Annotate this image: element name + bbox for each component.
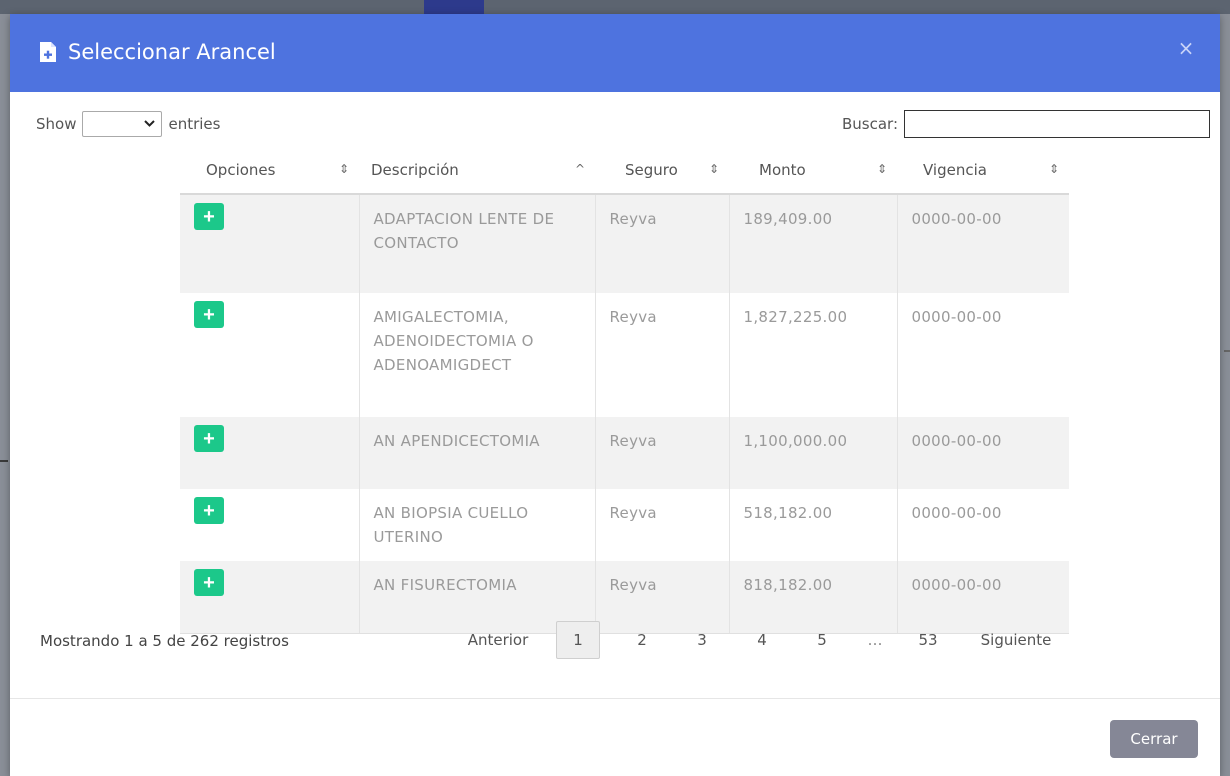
background-edge-mark (1224, 350, 1230, 352)
description-cell: AMIGALECTOMIA, ADENOIDECTOMIA O ADENOAMI… (359, 293, 596, 417)
pagination-page-4[interactable]: 4 (732, 621, 792, 659)
table-row: + ADAPTACION LENTE DE CONTACTO Reyva 189… (180, 194, 1069, 293)
validity-cell: 0000-00-00 (897, 417, 1069, 489)
description-cell: AN BIOPSIA CUELLO UTERINO (359, 489, 596, 561)
search-input[interactable] (904, 110, 1210, 138)
insurance-cell: Reyva (595, 417, 730, 489)
add-button[interactable]: + (194, 497, 224, 524)
background-page-bar (0, 0, 1230, 14)
column-header-seguro[interactable]: Seguro ⇕ (595, 146, 729, 195)
modal-footer-divider (10, 698, 1220, 699)
amount-cell: 1,100,000.00 (729, 417, 898, 489)
add-button[interactable]: + (194, 203, 224, 230)
insurance-cell: Reyva (595, 194, 730, 293)
row-options-cell: + (180, 417, 360, 489)
column-header-label: Descripción (371, 160, 459, 179)
page-length-select[interactable] (82, 111, 163, 137)
table-row: + AN APENDICECTOMIA Reyva 1,100,000.00 0… (180, 417, 1069, 489)
table-row: + AMIGALECTOMIA, ADENOIDECTOMIA O ADENOA… (180, 293, 1069, 417)
sort-icon: ⇕ (876, 162, 887, 176)
pagination-page-3[interactable]: 3 (672, 621, 732, 659)
search-label: Buscar: (841, 115, 898, 133)
modal-title-wrap: Seleccionar Arancel (38, 36, 276, 68)
sort-asc-icon: ^ (574, 162, 585, 176)
validity-cell: 0000-00-00 (897, 489, 1069, 561)
row-options-cell: + (180, 489, 360, 561)
description-cell: AN APENDICECTOMIA (359, 417, 596, 489)
pagination-ellipsis: … (867, 631, 883, 649)
column-header-label: Seguro (625, 160, 678, 179)
pagination-page-2[interactable]: 2 (612, 621, 672, 659)
entries-label: entries (168, 115, 221, 133)
search-control: Buscar: (842, 110, 1210, 138)
background-edge-mark (0, 460, 8, 462)
pagination-info: Mostrando 1 a 5 de 262 registros (40, 632, 289, 650)
row-options-cell: + (180, 293, 360, 417)
column-header-label: Vigencia (923, 160, 987, 179)
row-options-cell: + (180, 561, 360, 634)
select-tariff-modal: Seleccionar Arancel × Show entries Busca… (10, 14, 1220, 776)
modal-header: Seleccionar Arancel × (10, 14, 1220, 92)
modal-title: Seleccionar Arancel (68, 40, 276, 64)
column-header-monto[interactable]: Monto ⇕ (729, 146, 897, 195)
pagination-page-5[interactable]: 5 (792, 621, 852, 659)
pagination-next[interactable]: Siguiente (962, 621, 1070, 659)
pagination-page-last[interactable]: 53 (898, 621, 958, 659)
close-icon[interactable]: × (1174, 36, 1198, 60)
column-header-label: Monto (759, 160, 806, 179)
column-header-opciones[interactable]: Opciones ⇕ (180, 146, 359, 195)
sort-icon: ⇕ (1048, 162, 1059, 176)
add-button[interactable]: + (194, 569, 224, 596)
table-controls: Show entries Buscar: (36, 110, 1210, 140)
close-button[interactable]: Cerrar (1110, 720, 1198, 758)
tariff-table: Opciones ⇕ Descripción ^ Seguro ⇕ Monto ⇕ Vi… (180, 146, 1069, 634)
validity-cell: 0000-00-00 (897, 194, 1069, 293)
table-row: + AN BIOPSIA CUELLO UTERINO Reyva 518,18… (180, 489, 1069, 561)
sort-icon: ⇕ (708, 162, 719, 176)
add-button[interactable]: + (194, 425, 224, 452)
validity-cell: 0000-00-00 (897, 293, 1069, 417)
table-header-row: Opciones ⇕ Descripción ^ Seguro ⇕ Monto ⇕ Vi… (180, 146, 1069, 195)
add-button[interactable]: + (194, 301, 224, 328)
pagination-page-1[interactable]: 1 (556, 621, 600, 659)
row-options-cell: + (180, 194, 360, 293)
insurance-cell: Reyva (595, 293, 730, 417)
insurance-cell: Reyva (595, 489, 730, 561)
amount-cell: 1,827,225.00 (729, 293, 898, 417)
file-plus-icon (38, 41, 58, 63)
pagination: Anterior 1 2 3 4 5 … 53 Siguiente (440, 620, 1070, 660)
amount-cell: 518,182.00 (729, 489, 898, 561)
chevron-down-icon (144, 116, 156, 133)
page-length-control: Show entries (36, 110, 220, 138)
description-cell: ADAPTACION LENTE DE CONTACTO (359, 194, 596, 293)
show-label: Show (36, 115, 77, 133)
column-header-label: Opciones (206, 160, 276, 179)
column-header-vigencia[interactable]: Vigencia ⇕ (897, 146, 1069, 195)
amount-cell: 189,409.00 (729, 194, 898, 293)
column-header-descripcion[interactable]: Descripción ^ (359, 146, 595, 195)
pagination-previous[interactable]: Anterior (440, 621, 556, 659)
sort-icon: ⇕ (338, 162, 349, 176)
